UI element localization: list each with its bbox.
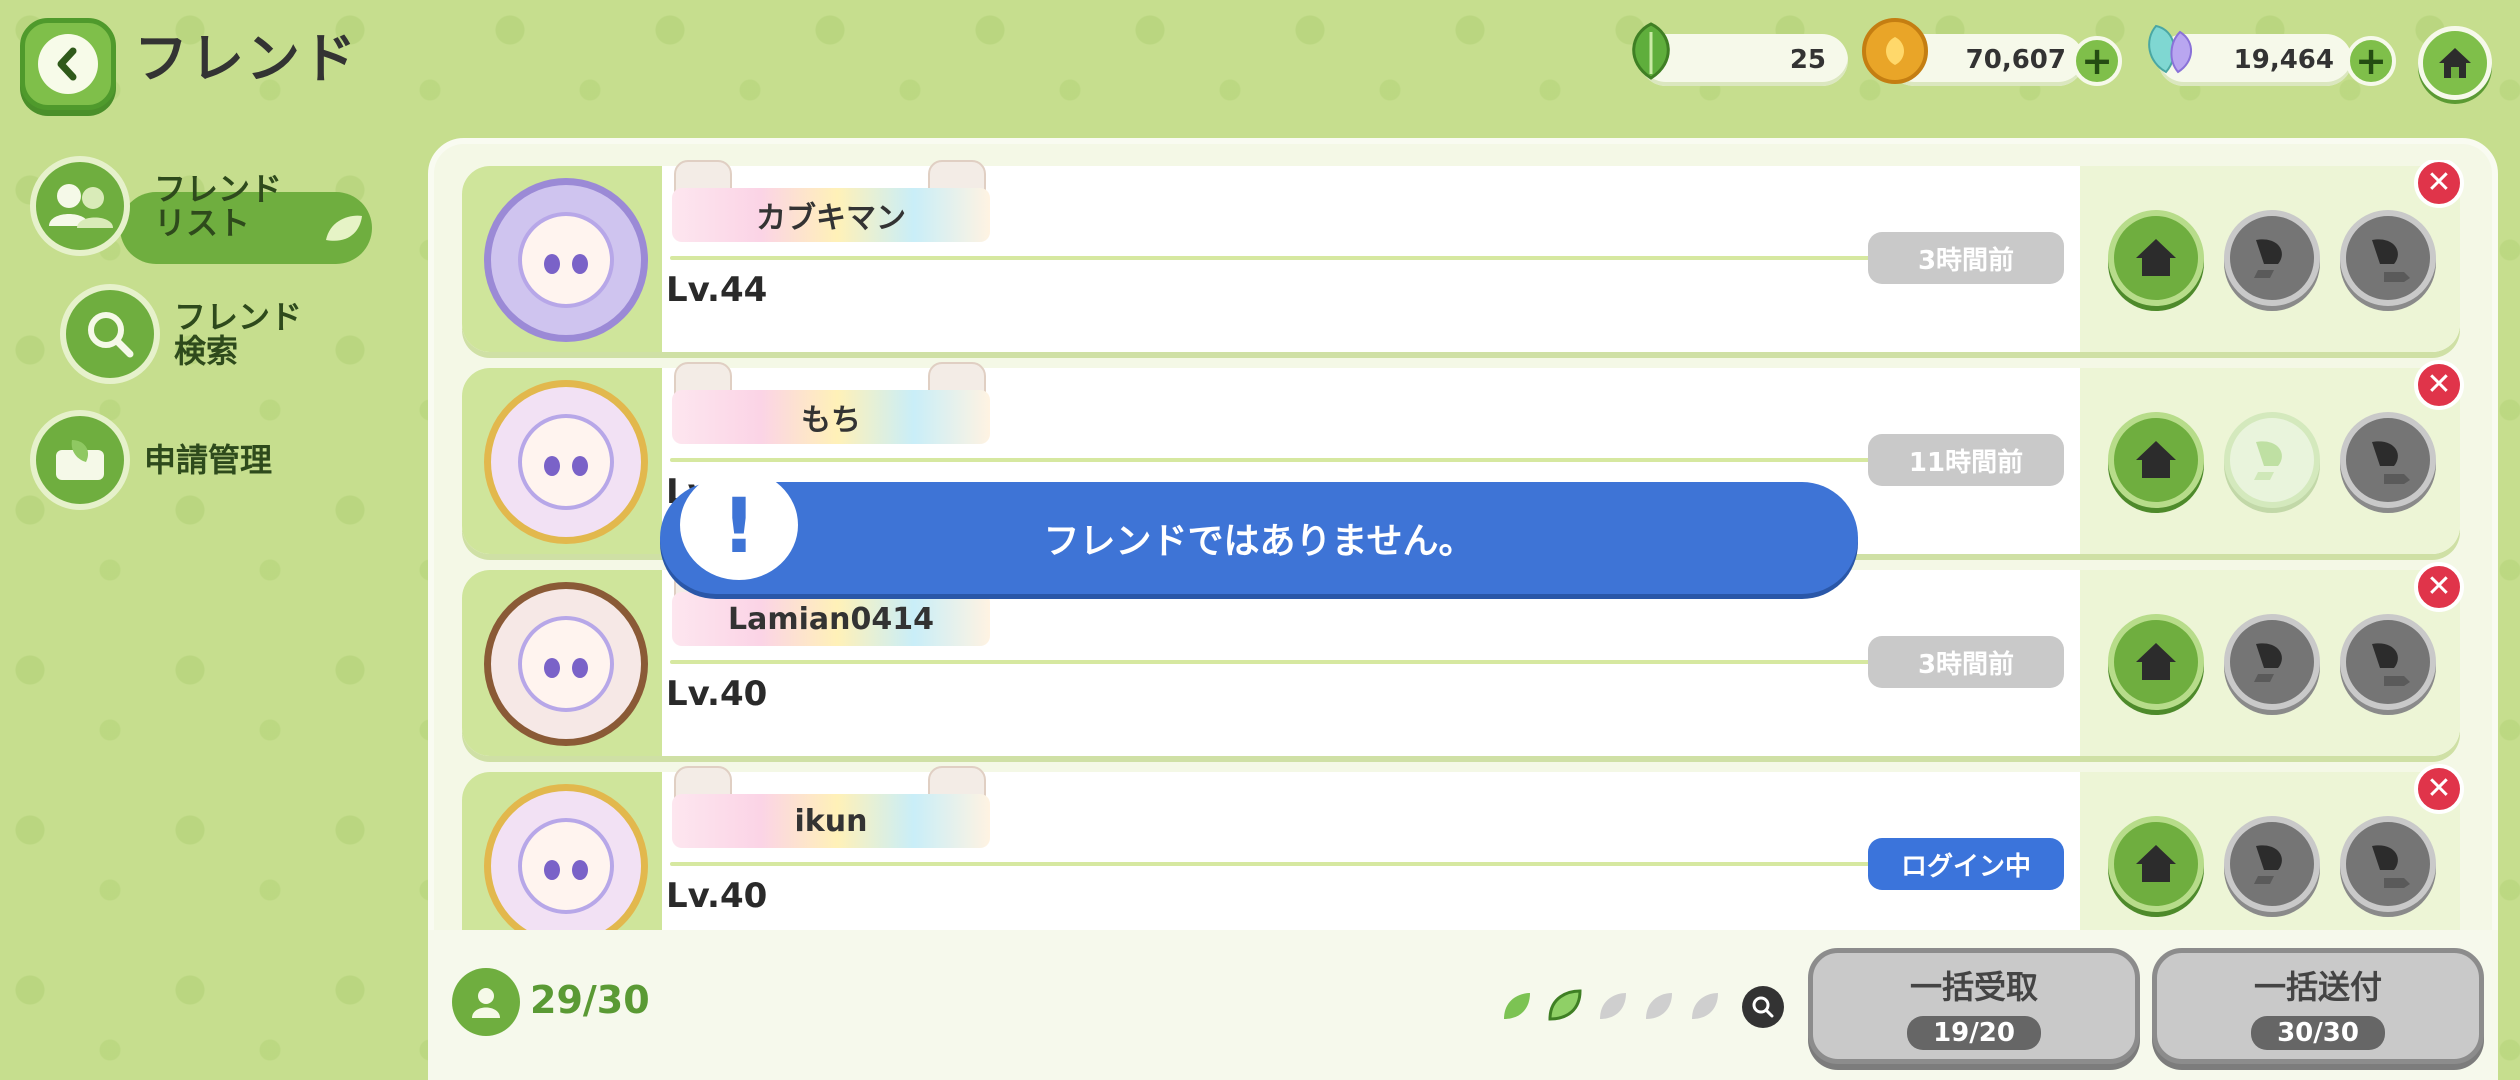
friend-count-icon (452, 968, 520, 1036)
home-icon (2136, 441, 2176, 478)
filter-search-icon[interactable] (1742, 986, 1784, 1028)
back-arrow-icon (38, 34, 98, 94)
leaf-send-icon (2372, 845, 2410, 888)
coin-value: 70,607 (1965, 45, 2066, 75)
leaf-receive-icon (2254, 643, 2282, 682)
nav-request-management-label: 申請管理 (144, 441, 273, 479)
send-gift-button[interactable] (2340, 210, 2436, 306)
visit-home-button[interactable] (2108, 412, 2204, 508)
friend-avatar[interactable] (484, 380, 648, 544)
receive-gift-button[interactable] (2224, 412, 2320, 508)
receive-gift-button[interactable] (2224, 614, 2320, 710)
friend-level: Lv.44 (666, 270, 768, 310)
home-icon (2136, 239, 2176, 276)
leaf-filter-icon (1692, 993, 1718, 1019)
page-title: フレンド (134, 27, 358, 90)
request-icon (30, 410, 130, 510)
bulk-send-button[interactable]: 一括送付 30/30 (2152, 948, 2484, 1064)
visit-home-button[interactable] (2108, 816, 2204, 912)
friend-row[interactable]: カブキマン Lv.44 3時間前 ✕ (462, 160, 2464, 352)
leaf-filter-icon (1600, 993, 1626, 1019)
remove-friend-button[interactable]: ✕ (2414, 160, 2464, 208)
bulk-receive-count: 19/20 (1907, 1016, 2041, 1050)
back-button[interactable] (20, 18, 116, 110)
nav-request-management[interactable]: 申請管理 (30, 410, 272, 510)
leaf-send-icon (2372, 441, 2410, 484)
send-gift-button[interactable] (2340, 412, 2436, 508)
online-status-badge: ログイン中 (1868, 838, 2064, 890)
leaf-filter-icon (1504, 993, 1530, 1019)
coin-icon (1862, 18, 1928, 84)
add-crystals-button[interactable]: + (2346, 36, 2396, 86)
visit-home-button[interactable] (2108, 614, 2204, 710)
remove-friend-button[interactable]: ✕ (2414, 360, 2464, 410)
leaf-decoration-icon (326, 215, 362, 241)
bulk-send-label: 一括送付 (2253, 968, 2382, 1006)
last-login-badge: 3時間前 (1868, 636, 2064, 688)
remove-friend-button[interactable]: ✕ (2414, 562, 2464, 612)
receive-gift-button[interactable] (2224, 816, 2320, 912)
friend-name: カブキマン (672, 188, 990, 242)
last-login-badge: 11時間前 (1868, 434, 2064, 486)
friend-count: 29/30 (530, 978, 650, 1022)
friend-name: ikun (672, 794, 990, 848)
home-icon (2136, 643, 2176, 680)
receive-gift-button[interactable] (2224, 210, 2320, 306)
nav-friend-list-label-2: リスト (154, 204, 251, 242)
friend-avatar[interactable] (484, 582, 648, 746)
friends-icon (30, 156, 130, 256)
friend-avatar[interactable] (484, 178, 648, 342)
leaf-filter-icon (1646, 993, 1672, 1019)
home-button[interactable] (2418, 26, 2492, 100)
leaf-receive-icon (2254, 845, 2282, 884)
gift-filter[interactable] (1496, 985, 1724, 1029)
remove-friend-button[interactable]: ✕ (2414, 764, 2464, 814)
friend-name: Lamian0414 (672, 592, 990, 646)
send-gift-button[interactable] (2340, 816, 2436, 912)
nav-friend-list-label-1: フレンド (154, 170, 283, 208)
home-icon (2136, 845, 2176, 882)
leaf-stamina-value: 25 (1789, 45, 1826, 75)
visit-home-button[interactable] (2108, 210, 2204, 306)
nav-friend-list[interactable]: フレンド リスト (30, 156, 282, 256)
last-login-badge: 3時間前 (1868, 232, 2064, 284)
leaf-send-icon (2372, 239, 2410, 282)
bulk-receive-label: 一括受取 (1909, 968, 2038, 1006)
toast-text: フレンドではありません。 (1043, 521, 1475, 562)
crystal-value: 19,464 (2233, 45, 2334, 75)
send-gift-button[interactable] (2340, 614, 2436, 710)
nav-friend-search-label-2: 検索 (174, 332, 239, 370)
friend-level: Lv.40 (666, 674, 768, 714)
leaf-send-icon (2372, 643, 2410, 686)
leaf-receive-icon (2254, 239, 2282, 278)
exclamation-icon: ! (680, 470, 798, 580)
bulk-receive-button[interactable]: 一括受取 19/20 (1808, 948, 2140, 1064)
friend-row[interactable]: Lamian0414 Lv.40 3時間前 ✕ (462, 562, 2464, 756)
friend-row[interactable]: ikun Lv.40 ログイン中 ✕ (462, 764, 2464, 930)
bulk-send-count: 30/30 (2251, 1016, 2385, 1050)
nav-friend-search[interactable]: フレンド 検索 (60, 284, 302, 384)
friend-level: Lv.40 (666, 876, 768, 916)
leaf-icon (1618, 18, 1684, 84)
friend-name: もち (672, 390, 990, 444)
nav-friend-search-label-1: フレンド (174, 298, 303, 336)
crystal-leaf-icon (2136, 16, 2202, 82)
add-coins-button[interactable]: + (2072, 36, 2122, 86)
leaf-filter-icon (1548, 989, 1582, 1021)
toast-message: フレンドではありません。 (660, 482, 1858, 594)
leaf-received-icon (2254, 441, 2282, 480)
home-icon (2439, 48, 2471, 78)
search-icon (60, 284, 160, 384)
